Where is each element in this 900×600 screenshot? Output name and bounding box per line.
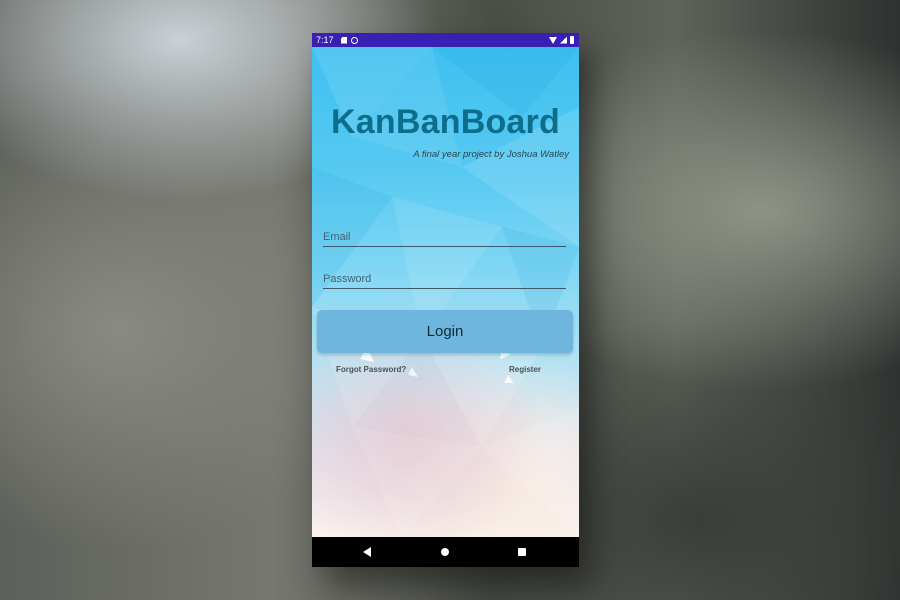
navigation-bar xyxy=(312,537,579,567)
back-icon[interactable] xyxy=(363,547,371,557)
email-field[interactable] xyxy=(323,228,566,247)
app-subtitle: A final year project by Joshua Watley xyxy=(413,149,569,160)
status-left-icons xyxy=(341,33,358,47)
sync-icon xyxy=(351,36,358,44)
phone-screen: 7:17 KanBanBoard A final year project by… xyxy=(312,33,579,567)
status-time: 7:17 xyxy=(316,35,334,45)
login-screen: KanBanBoard A final year project by Josh… xyxy=(312,47,579,537)
wifi-icon xyxy=(549,36,557,44)
signal-icon xyxy=(560,36,567,44)
status-right-icons xyxy=(549,33,574,47)
forgot-password-link[interactable]: Forgot Password? xyxy=(336,365,406,374)
status-bar: 7:17 xyxy=(312,33,579,47)
app-title: KanBanBoard xyxy=(331,103,560,141)
register-link[interactable]: Register xyxy=(509,365,541,374)
battery-icon xyxy=(570,36,574,44)
login-button[interactable]: Login xyxy=(317,310,573,353)
recents-icon[interactable] xyxy=(518,548,526,556)
password-field[interactable] xyxy=(323,270,566,289)
home-icon[interactable] xyxy=(441,548,449,556)
sd-card-icon xyxy=(341,36,347,44)
